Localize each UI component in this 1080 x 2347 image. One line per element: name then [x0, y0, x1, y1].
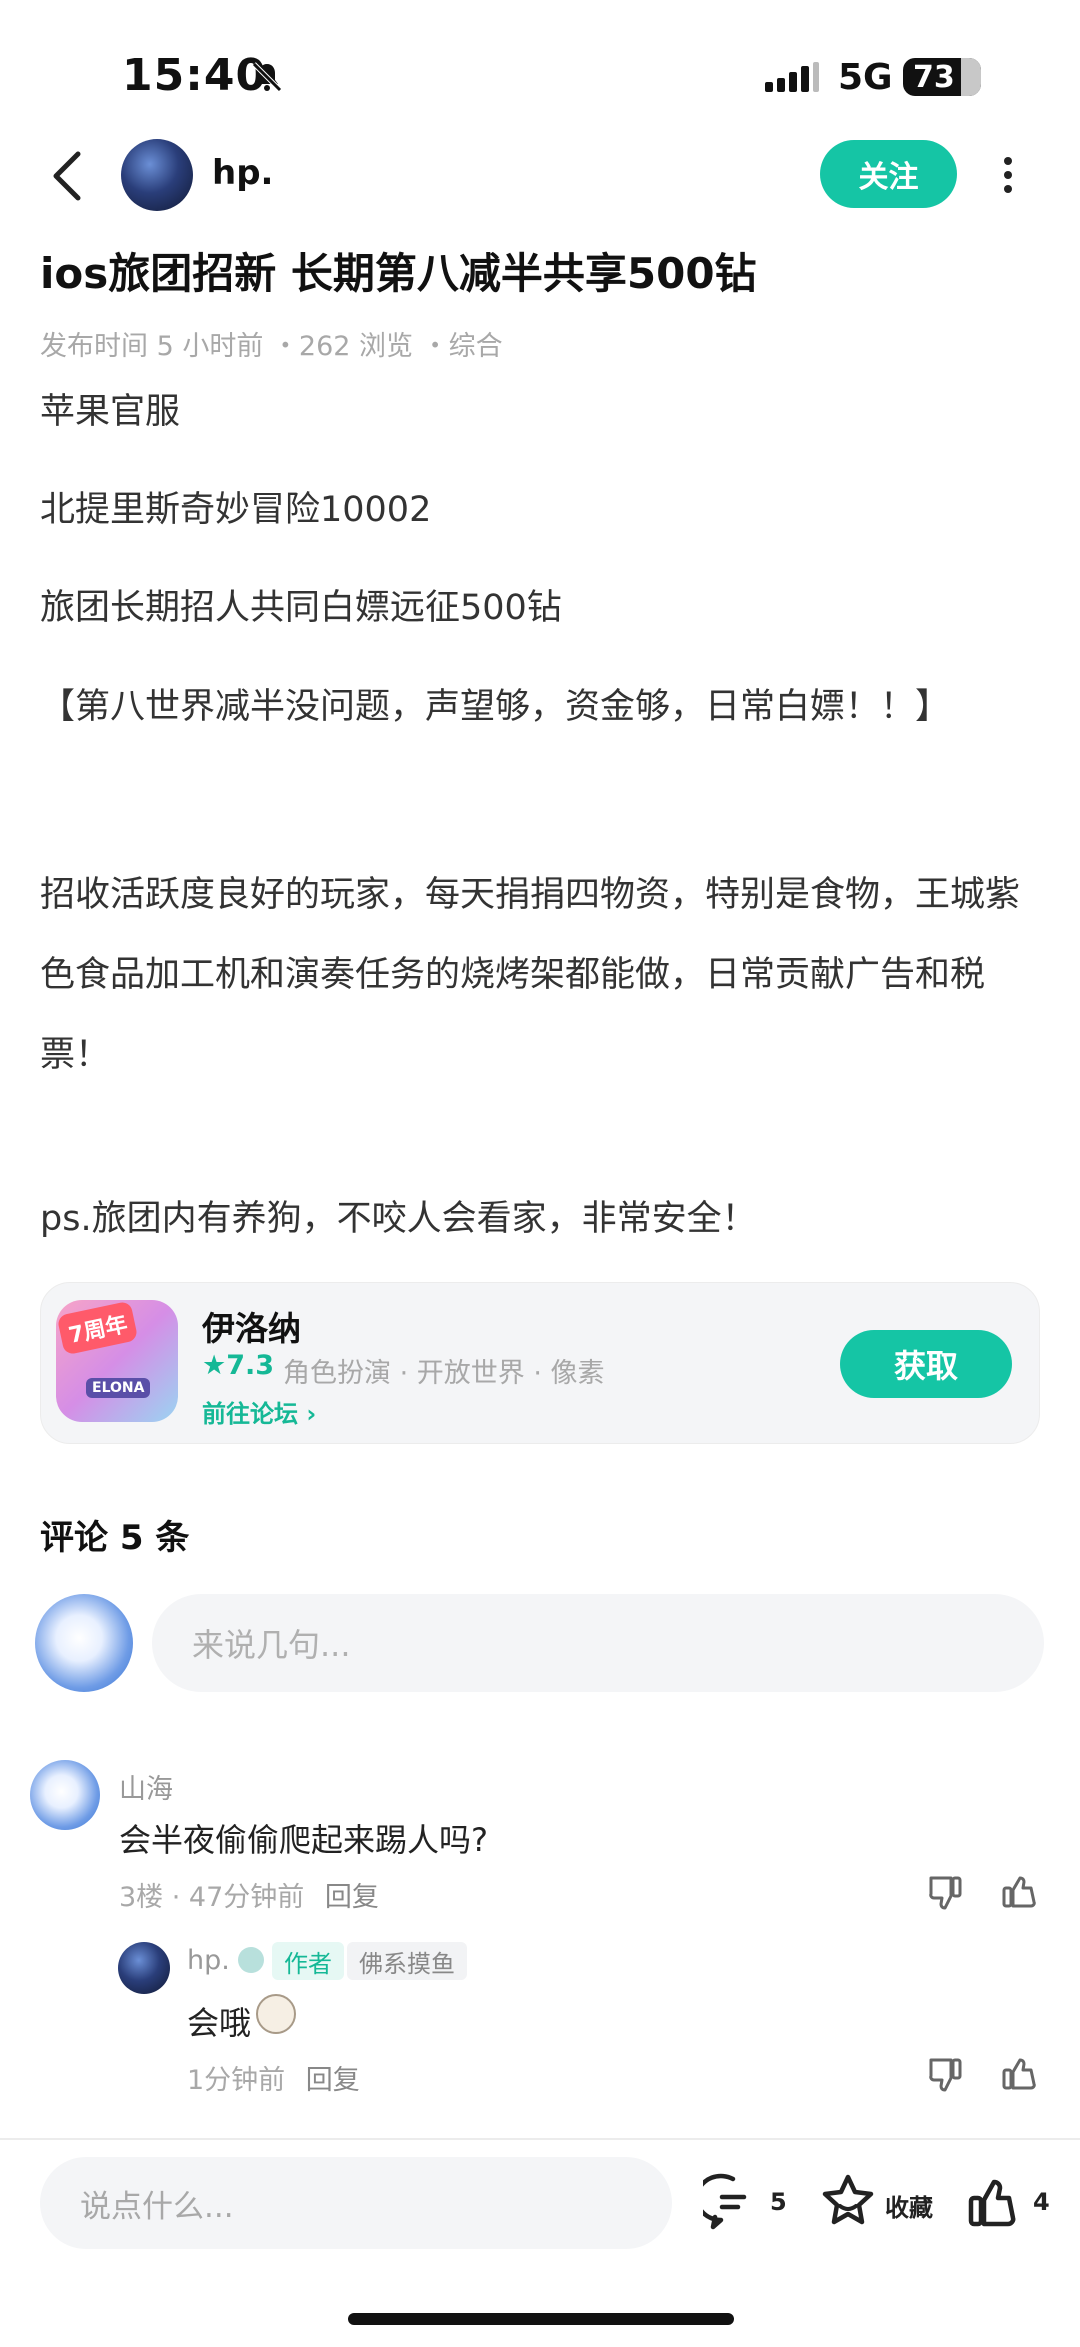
- commenter-avatar[interactable]: [30, 1760, 100, 1830]
- star-favorite-icon[interactable]: [818, 2172, 878, 2232]
- more-options-icon[interactable]: [1000, 155, 1016, 195]
- game-icon-text: ELONA: [86, 1378, 151, 1398]
- comment-meta: 3楼 · 47分钟前 回复: [119, 1875, 379, 1914]
- cellular-signal-icon: [765, 62, 819, 92]
- thumbs-up-icon[interactable]: [966, 2170, 1026, 2230]
- comment-floor-time: 3楼 · 47分钟前: [119, 1882, 305, 1913]
- battery-level: 73: [913, 59, 955, 95]
- battery-indicator: 73: [903, 58, 981, 96]
- get-button[interactable]: 获取: [840, 1330, 1012, 1398]
- bottom-divider: [0, 2138, 1080, 2140]
- like-icon[interactable]: [1000, 1870, 1042, 1912]
- home-indicator[interactable]: [348, 2313, 734, 2325]
- post-paragraph: ps.旅团内有养狗，不咬人会看家，非常安全！: [40, 1199, 757, 1239]
- comment-count[interactable]: 5: [770, 2188, 787, 2216]
- reply-meta: 1分钟前 回复: [187, 2058, 360, 2097]
- post-paragraph: 招收活跃度良好的玩家，每天捐捐四物资，特别是食物，王城紫色食品加工机和演奏任务的…: [40, 875, 1021, 1075]
- author-name[interactable]: hp.: [212, 153, 273, 193]
- game-icon[interactable]: 7周年 ELONA: [56, 1300, 178, 1422]
- user-level-icon: [238, 1947, 264, 1973]
- reply-time: 1分钟前: [187, 2065, 286, 2096]
- post-meta: 发布时间 5 小时前 ・262 浏览 ・综合: [40, 331, 503, 362]
- comments-title: 评论 5 条: [40, 1518, 190, 1558]
- back-arrow-icon[interactable]: [48, 148, 88, 204]
- mute-bell-icon: [252, 62, 282, 92]
- like-count[interactable]: 4: [1033, 2188, 1050, 2216]
- post-paragraph: 【第八世界减半没问题，声望够，资金够，日常白嫖！！】: [40, 687, 951, 727]
- network-type: 5G: [838, 57, 893, 98]
- title-badge: 佛系摸鱼: [347, 1942, 467, 1980]
- author-avatar[interactable]: [121, 139, 193, 211]
- my-avatar: [35, 1594, 133, 1692]
- post-paragraph: 苹果官服: [40, 392, 181, 432]
- reply-text: 会哦: [187, 2004, 252, 2042]
- forum-link[interactable]: 前往论坛 ›: [202, 1394, 316, 1429]
- reply-button[interactable]: 回复: [306, 2065, 360, 2096]
- say-something-input[interactable]: 说点什么...: [40, 2157, 672, 2249]
- reply-avatar[interactable]: [118, 1942, 170, 1994]
- game-name: 伊洛纳: [202, 1309, 301, 1348]
- author-badge: 作者: [272, 1942, 344, 1980]
- status-time: 15:40: [122, 50, 268, 101]
- post-title: ios旅团招新 长期第八减半共享500钻: [40, 249, 757, 298]
- follow-button[interactable]: 关注: [820, 140, 957, 208]
- smirk-emoji-icon: [256, 1994, 296, 2034]
- comment-input[interactable]: 来说几句...: [152, 1594, 1044, 1692]
- favorite-label[interactable]: 收藏: [885, 2188, 933, 2223]
- like-icon[interactable]: [1000, 2052, 1042, 2094]
- post-paragraph: 旅团长期招人共同白嫖远征500钻: [40, 588, 562, 628]
- comment-text: 会半夜偷偷爬起来踢人吗?: [119, 1821, 488, 1859]
- post-paragraph: 北提里斯奇妙冒险10002: [40, 490, 432, 530]
- reply-button[interactable]: 回复: [325, 1882, 379, 1913]
- game-tags: 角色扮演 · 开放世界 · 像素: [283, 1358, 605, 1389]
- anniversary-badge: 7周年: [56, 1300, 139, 1356]
- comment-bubble-icon[interactable]: [703, 2173, 763, 2233]
- dislike-icon[interactable]: [925, 2054, 967, 2096]
- game-rating: ★7.3: [202, 1350, 275, 1381]
- commenter-name[interactable]: 山海: [119, 1767, 173, 1806]
- reply-author-name[interactable]: hp.: [187, 1945, 230, 1976]
- dislike-icon[interactable]: [925, 1872, 967, 1914]
